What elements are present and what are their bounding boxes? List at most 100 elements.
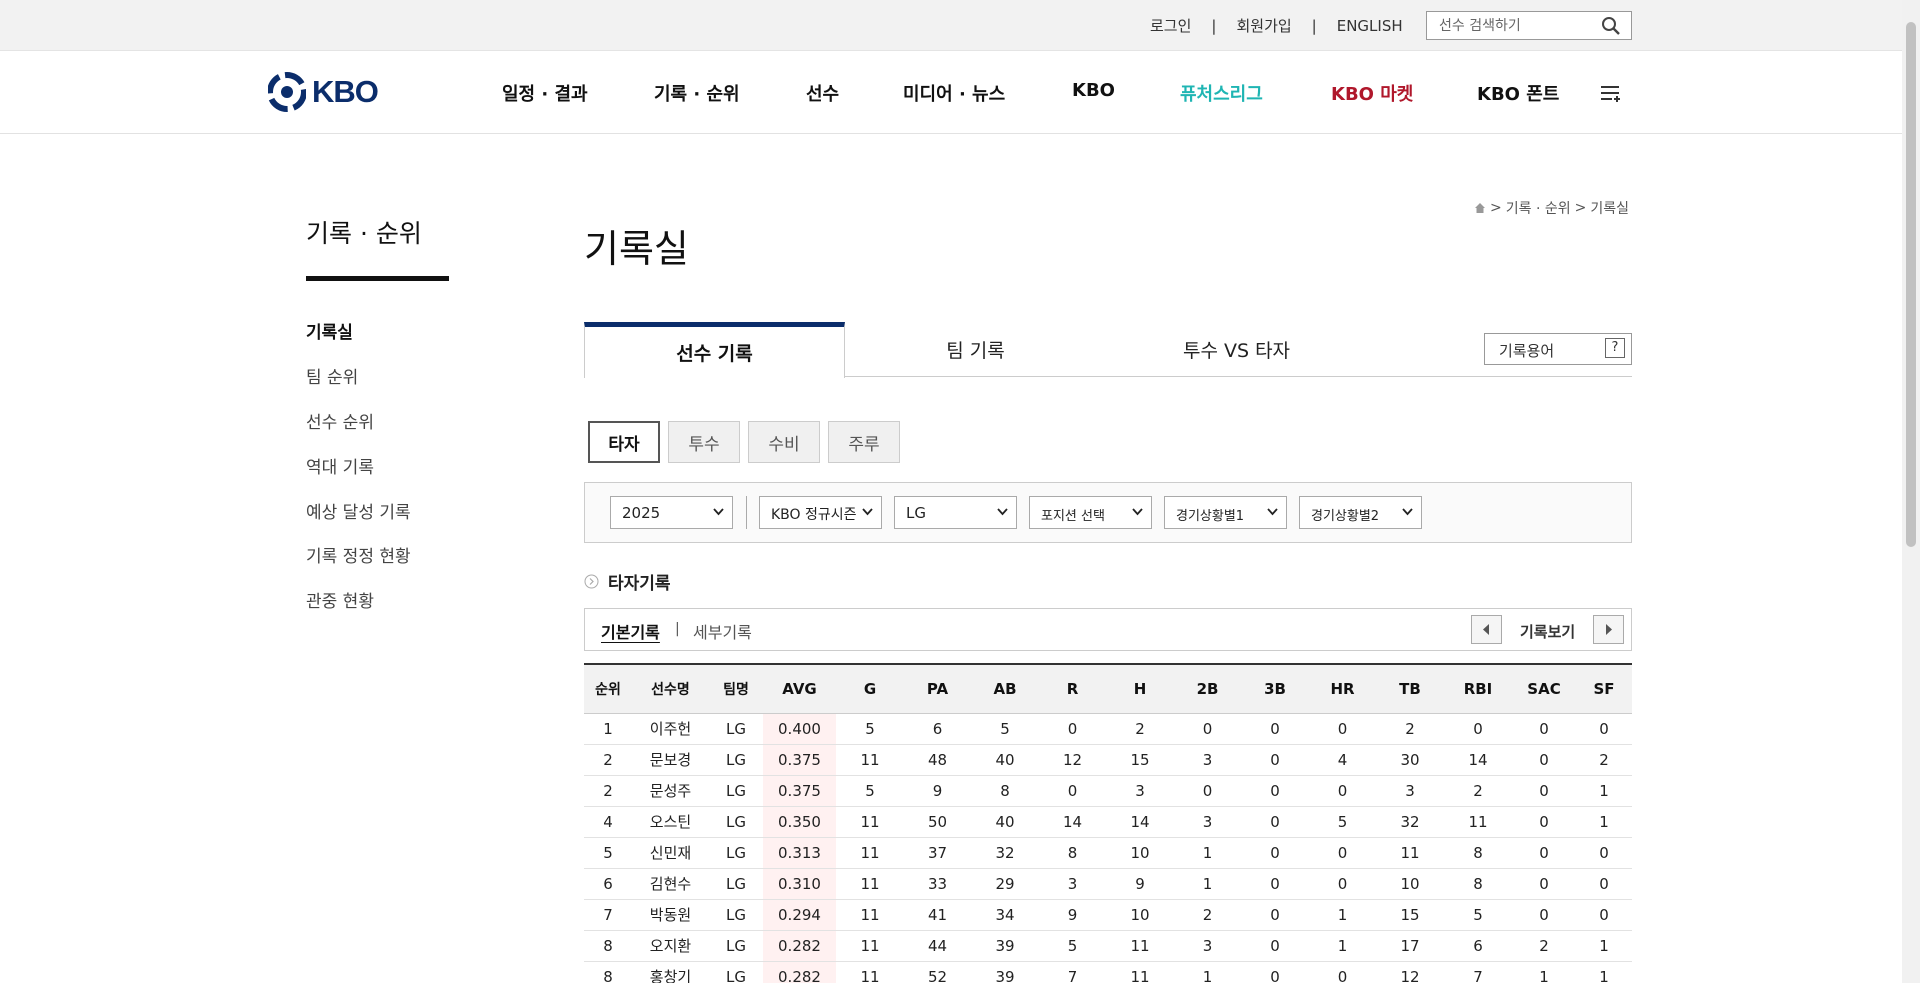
col-header-avg[interactable]: AVG — [763, 664, 836, 714]
glossary-button[interactable]: 기록용어 ? — [1484, 333, 1632, 365]
subtab-defense[interactable]: 수비 — [748, 421, 820, 463]
gnb-font[interactable]: KBO 폰트 — [1477, 80, 1559, 106]
position-select[interactable]: 포지션 선택 — [1029, 496, 1152, 529]
table-cell: 9 — [1106, 868, 1174, 900]
table-cell: 11 — [836, 899, 904, 931]
tab-pitcher-vs-batter[interactable]: 투수 VS 타자 — [1106, 322, 1367, 377]
sidebar-item-corrections[interactable]: 기록 정정 현황 — [306, 542, 411, 567]
table-cell: 11 — [1376, 837, 1444, 869]
basic-records-tab[interactable]: 기본기록 — [601, 619, 660, 643]
col-header-sf[interactable]: SF — [1576, 664, 1632, 714]
table-cell: 14 — [1106, 806, 1174, 838]
col-header-rank: 순위 — [584, 664, 632, 714]
gnb-market[interactable]: KBO 마켓 — [1331, 80, 1413, 106]
subtab-pitcher[interactable]: 투수 — [668, 421, 740, 463]
table-cell: 3 — [1174, 744, 1241, 776]
subtab-baserunning[interactable]: 주루 — [828, 421, 900, 463]
table-row: 2 문보경 LG 0.375 11 48 40 12 15 3 0 4 30 14 0 2 — [584, 744, 1632, 776]
sidebar-item-player-rank[interactable]: 선수 순위 — [306, 408, 374, 433]
col-header-g[interactable]: G — [836, 664, 904, 714]
col-header-2b[interactable]: 2B — [1174, 664, 1241, 714]
table-cell: 40 — [971, 744, 1039, 776]
breadcrumb-item[interactable]: 기록 · 순위 — [1506, 198, 1571, 218]
tab-player-records[interactable]: 선수 기록 — [584, 322, 845, 378]
chevron-right-icon — [1606, 624, 1612, 635]
signup-link[interactable]: 회원가입 — [1236, 15, 1291, 36]
gnb-records[interactable]: 기록 · 순위 — [654, 80, 740, 106]
detail-records-tab[interactable]: 세부기록 — [693, 619, 752, 643]
table-cell: 0 — [1039, 775, 1106, 807]
table-cell: 0 — [1241, 961, 1309, 983]
subtab-batter[interactable]: 타자 — [588, 421, 660, 463]
table-cell: 5 — [1039, 930, 1106, 962]
team-select[interactable]: LG — [894, 496, 1017, 529]
prev-button[interactable] — [1471, 615, 1502, 644]
gnb-kbo[interactable]: KBO — [1072, 80, 1115, 101]
login-link[interactable]: 로그인 — [1150, 15, 1191, 36]
gnb-futures[interactable]: 퓨처스리그 — [1180, 80, 1263, 106]
col-header-3b[interactable]: 3B — [1241, 664, 1309, 714]
home-icon[interactable] — [1474, 202, 1486, 214]
table-cell: 0 — [1576, 713, 1632, 745]
col-header-tb[interactable]: TB — [1376, 664, 1444, 714]
player-name-cell[interactable]: 홍창기 — [632, 961, 709, 983]
sidebar-item-expected[interactable]: 예상 달성 기록 — [306, 498, 411, 523]
table-cell: 48 — [904, 744, 971, 776]
player-name-cell[interactable]: 오지환 — [632, 930, 709, 962]
situation1-select[interactable]: 경기상황별1 — [1164, 496, 1287, 529]
table-row: 7 박동원 LG 0.294 11 41 34 9 10 2 0 1 15 5 0 0 — [584, 899, 1632, 931]
english-link[interactable]: ENGLISH — [1337, 17, 1403, 35]
player-search-input[interactable] — [1427, 12, 1597, 39]
table-cell: 34 — [971, 899, 1039, 931]
sidebar-item-records[interactable]: 기록실 — [306, 318, 353, 343]
all-menu-icon[interactable] — [1600, 83, 1622, 103]
season-select[interactable]: KBO 정규시즌 — [759, 496, 882, 529]
player-name-cell[interactable]: 이주헌 — [632, 713, 709, 745]
col-header-hr[interactable]: HR — [1309, 664, 1376, 714]
col-header-h[interactable]: H — [1106, 664, 1174, 714]
table-cell: 12 — [1376, 961, 1444, 983]
player-name-cell[interactable]: 신민재 — [632, 837, 709, 869]
situation2-select[interactable]: 경기상황별2 — [1299, 496, 1422, 529]
player-name-cell[interactable]: 오스틴 — [632, 806, 709, 838]
col-header-sac[interactable]: SAC — [1512, 664, 1576, 714]
sidebar-item-all-time[interactable]: 역대 기록 — [306, 453, 374, 478]
table-cell: 8 — [971, 775, 1039, 807]
tab-team-records[interactable]: 팀 기록 — [845, 322, 1106, 377]
table-cell: 0 — [1241, 806, 1309, 838]
scrollbar[interactable] — [1902, 0, 1920, 983]
table-cell: 0 — [1241, 837, 1309, 869]
col-header-r[interactable]: R — [1039, 664, 1106, 714]
table-cell: 0 — [1512, 899, 1576, 931]
kbo-logo[interactable]: KBO — [268, 72, 379, 112]
scrollbar-thumb[interactable] — [1906, 22, 1916, 547]
gnb-media[interactable]: 미디어 · 뉴스 — [903, 80, 1005, 106]
player-name-cell[interactable]: 김현수 — [632, 868, 709, 900]
table-cell: 0 — [1309, 775, 1376, 807]
player-name-cell[interactable]: 문성주 — [632, 775, 709, 807]
table-cell: 0 — [1309, 837, 1376, 869]
table-cell: 6 — [1444, 930, 1512, 962]
table-cell: 10 — [1106, 837, 1174, 869]
chevron-left-icon — [1483, 624, 1489, 635]
sidebar-item-team-rank[interactable]: 팀 순위 — [306, 363, 358, 388]
next-button[interactable] — [1593, 615, 1624, 644]
table-body: 1 이주헌 LG 0.400 5 6 5 0 2 0 0 0 2 0 0 0 2 문보경 LG 0.375 11 48 40… — [584, 713, 1632, 983]
breadcrumb-item[interactable]: 기록실 — [1590, 198, 1629, 218]
search-icon[interactable] — [1601, 16, 1621, 36]
sidebar-item-attendance[interactable]: 관중 현황 — [306, 587, 374, 612]
gnb-schedule[interactable]: 일정 · 결과 — [502, 80, 588, 106]
player-name-cell[interactable]: 박동원 — [632, 899, 709, 931]
table-cell: 0 — [1241, 930, 1309, 962]
col-header-pa[interactable]: PA — [904, 664, 971, 714]
table-cell: 1 — [1512, 961, 1576, 983]
table-cell: 0.400 — [763, 713, 836, 745]
col-header-rbi[interactable]: RBI — [1444, 664, 1512, 714]
table-cell: 0 — [1241, 744, 1309, 776]
year-select[interactable]: 2025 — [610, 496, 733, 529]
gnb-players[interactable]: 선수 — [806, 80, 839, 106]
table-cell: 3 — [1174, 930, 1241, 962]
player-name-cell[interactable]: 문보경 — [632, 744, 709, 776]
table-cell: 2 — [1174, 899, 1241, 931]
col-header-ab[interactable]: AB — [971, 664, 1039, 714]
